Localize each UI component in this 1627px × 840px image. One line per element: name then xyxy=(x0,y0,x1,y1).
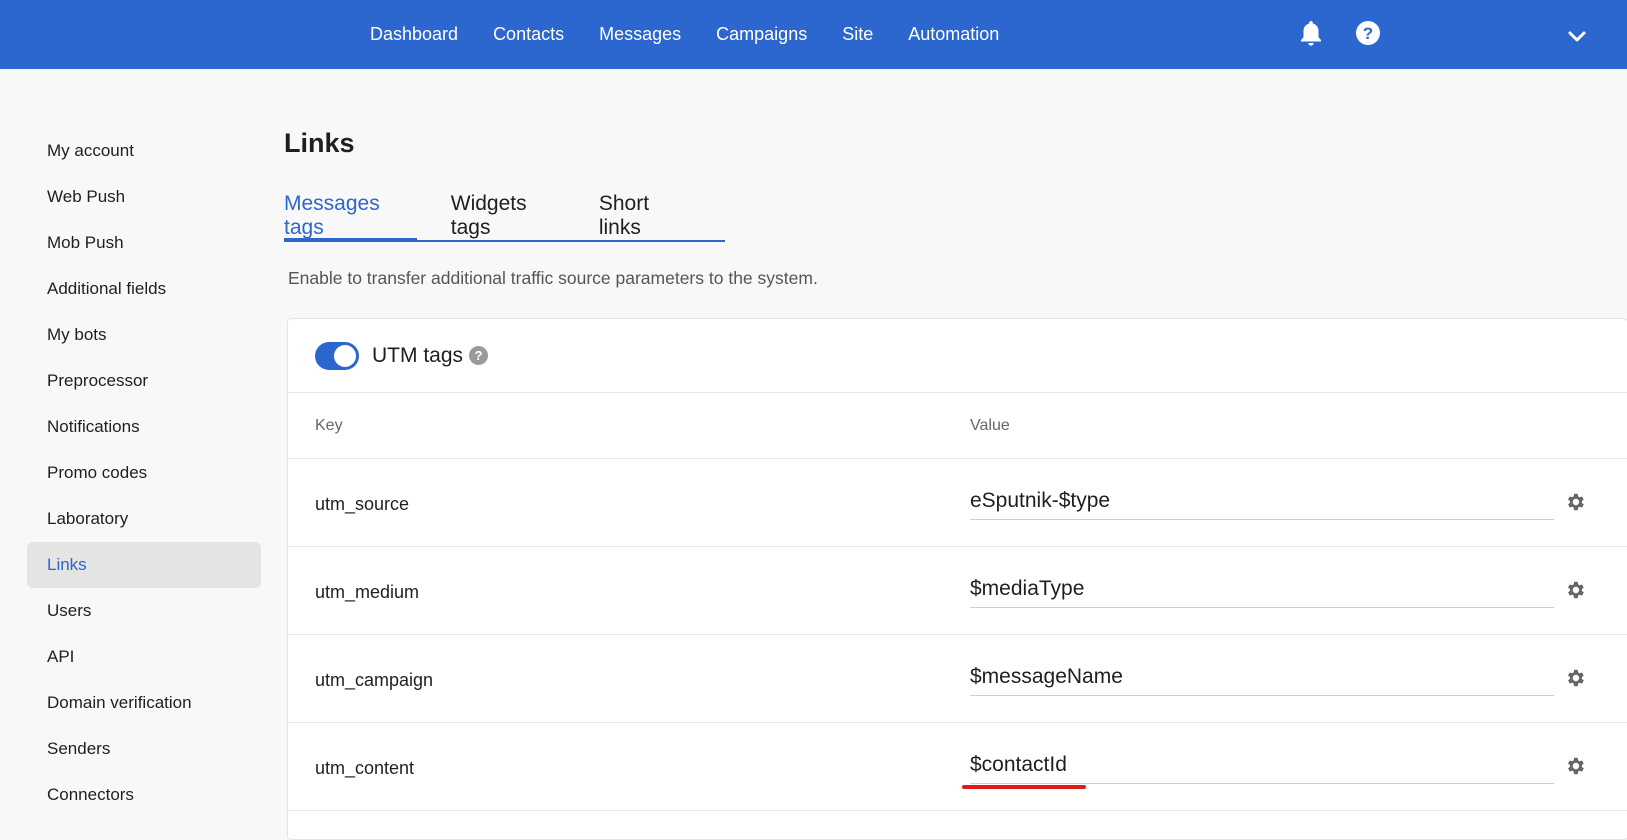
question-icon[interactable]: ? xyxy=(469,346,489,365)
tab-messages-tags[interactable]: Messages tags xyxy=(284,192,417,242)
sidebar-item-web-push[interactable]: Web Push xyxy=(27,174,261,220)
nav-site[interactable]: Site xyxy=(842,24,873,45)
table-row: utm_content xyxy=(288,723,1627,811)
sidebar-item-my-bots[interactable]: My bots xyxy=(27,312,261,358)
gear-icon[interactable] xyxy=(1564,755,1586,777)
gear-icon[interactable] xyxy=(1564,491,1586,513)
value-input[interactable] xyxy=(970,571,1554,608)
value-input[interactable] xyxy=(970,747,1554,784)
sidebar-item-preprocessor[interactable]: Preprocessor xyxy=(27,358,261,404)
top-navbar: Dashboard Contacts Messages Campaigns Si… xyxy=(0,0,1627,69)
sidebar-item-users[interactable]: Users xyxy=(27,588,261,634)
key-column-header: Key xyxy=(315,417,343,434)
gear-icon[interactable] xyxy=(1564,667,1586,689)
gear-icon[interactable] xyxy=(1564,579,1586,601)
row-key: utm_content xyxy=(315,758,415,778)
main-nav: Dashboard Contacts Messages Campaigns Si… xyxy=(370,0,1034,69)
row-key: utm_medium xyxy=(315,582,420,602)
sidebar-item-promo-codes[interactable]: Promo codes xyxy=(27,450,261,496)
sidebar-item-senders[interactable]: Senders xyxy=(27,726,261,772)
table-row: utm_campaign xyxy=(288,635,1627,723)
utm-tags-label: UTM tags xyxy=(372,343,464,367)
tab-short-links[interactable]: Short links xyxy=(599,192,691,240)
row-key: utm_campaign xyxy=(315,670,434,690)
nav-messages[interactable]: Messages xyxy=(599,24,681,45)
utm-toggle[interactable] xyxy=(315,341,359,370)
table-header: Key Value xyxy=(288,393,1627,459)
nav-dashboard[interactable]: Dashboard xyxy=(370,24,458,45)
nav-automation[interactable]: Automation xyxy=(908,24,999,45)
value-input[interactable] xyxy=(970,659,1554,696)
help-icon[interactable]: ? xyxy=(1354,18,1382,48)
nav-campaigns[interactable]: Campaigns xyxy=(716,24,807,45)
sidebar-item-my-account[interactable]: My account xyxy=(27,128,261,174)
sidebar-item-connectors[interactable]: Connectors xyxy=(27,772,261,818)
nav-contacts[interactable]: Contacts xyxy=(493,24,564,45)
page-title: Links xyxy=(284,128,355,158)
sidebar-item-notifications[interactable]: Notifications xyxy=(27,404,261,450)
row-key: utm_source xyxy=(315,494,410,514)
sidebar-item-mob-push[interactable]: Mob Push xyxy=(27,220,261,266)
sidebar-item-additional-fields[interactable]: Additional fields xyxy=(27,266,261,312)
utm-tags-card: UTM tags ? Key Value utm_source utm_medi… xyxy=(287,318,1627,840)
sidebar-item-domain-verification[interactable]: Domain verification xyxy=(27,680,261,726)
svg-text:?: ? xyxy=(1363,24,1373,43)
table-row: utm_source xyxy=(288,459,1627,547)
sidebar-item-links[interactable]: Links xyxy=(27,542,261,588)
value-input[interactable] xyxy=(970,483,1554,520)
page-description: Enable to transfer additional traffic so… xyxy=(288,268,818,288)
utm-card-header: UTM tags ? xyxy=(288,319,1627,393)
chevron-down-icon[interactable] xyxy=(1563,22,1591,52)
bell-icon[interactable] xyxy=(1297,18,1325,48)
table-row: utm_medium xyxy=(288,547,1627,635)
sidebar-item-laboratory[interactable]: Laboratory xyxy=(27,496,261,542)
settings-sidebar: My account Web Push Mob Push Additional … xyxy=(27,128,261,818)
tab-widgets-tags[interactable]: Widgets tags xyxy=(451,192,565,240)
value-column-header: Value xyxy=(970,417,1010,434)
tab-bar: Messages tags Widgets tags Short links xyxy=(284,192,725,242)
sidebar-item-api[interactable]: API xyxy=(27,634,261,680)
red-underline-annotation xyxy=(962,785,1086,789)
